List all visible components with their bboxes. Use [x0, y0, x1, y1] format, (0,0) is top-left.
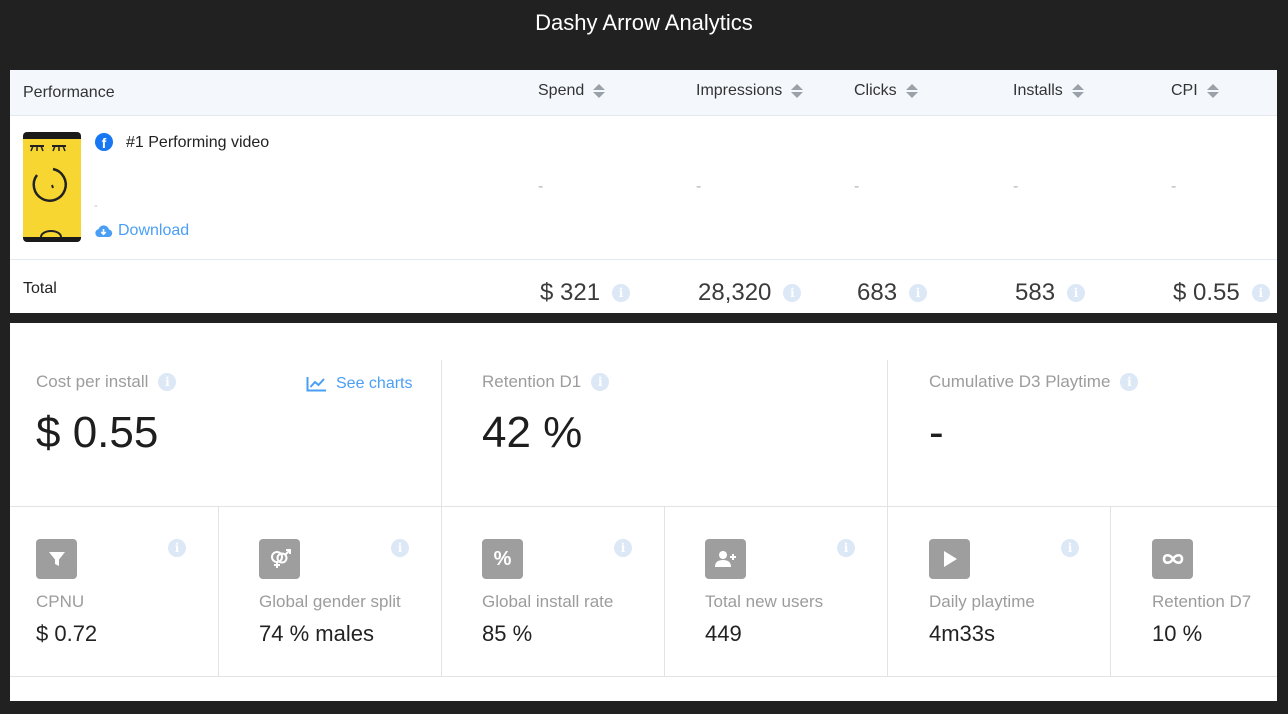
- info-icon[interactable]: i: [158, 373, 177, 391]
- stat-value: $ 0.55: [36, 408, 159, 457]
- see-charts-label: See charts: [336, 375, 413, 392]
- total-value: $ 321: [540, 279, 601, 306]
- info-icon[interactable]: i: [783, 284, 802, 302]
- clicks-cell: -: [854, 178, 860, 195]
- total-value: $ 0.55: [1173, 279, 1240, 306]
- column-header-label: Installs: [1013, 82, 1063, 99]
- download-button[interactable]: Download: [94, 222, 189, 240]
- sort-icon[interactable]: [1071, 83, 1084, 100]
- percent-icon: %: [482, 539, 523, 579]
- info-icon[interactable]: i: [1067, 284, 1086, 302]
- info-icon[interactable]: i: [1251, 284, 1270, 302]
- stat-value: 449: [705, 621, 742, 646]
- impressions-cell: -: [696, 178, 702, 195]
- stat-label: Global install rate: [482, 592, 614, 611]
- cpi-cell: -: [1171, 178, 1177, 195]
- gender-split-card: i Global gender split 74 % males: [219, 507, 442, 677]
- stat-label: Cost per install i: [36, 372, 177, 392]
- total-installs: 583 i: [1015, 279, 1086, 307]
- gender-icon: [259, 539, 300, 579]
- play-icon: [929, 539, 970, 579]
- new-users-card: i Total new users 449: [665, 507, 888, 677]
- total-spend: $ 321 i: [540, 279, 631, 307]
- cpnu-card: i CPNU $ 0.72: [10, 507, 219, 677]
- total-cpi: $ 0.55 i: [1173, 279, 1270, 307]
- retention-d7-card: Retention D7 10 %: [1111, 507, 1277, 677]
- see-charts-link[interactable]: See charts: [306, 375, 412, 393]
- column-header-label: CPI: [1171, 82, 1198, 99]
- daily-playtime-card: i Daily playtime 4m33s: [888, 507, 1111, 677]
- total-row: Total $ 321 i 28,320 i 683 i 583 i $ 0.5…: [10, 261, 1277, 313]
- total-label: Total: [23, 280, 57, 297]
- line-chart-icon: [306, 377, 326, 392]
- video-thumbnail[interactable]: [23, 132, 81, 242]
- app-title: Dashy Arrow Analytics: [535, 10, 753, 35]
- filter-icon: [36, 539, 77, 579]
- stat-label-text: Retention D1: [482, 372, 582, 391]
- column-header-label: Clicks: [854, 82, 897, 99]
- column-header-label: Performance: [23, 84, 115, 101]
- info-icon[interactable]: i: [1061, 539, 1079, 557]
- info-icon[interactable]: i: [391, 539, 409, 557]
- sort-icon[interactable]: [905, 83, 918, 100]
- stat-label: Total new users: [705, 592, 824, 611]
- video-subtitle: -: [94, 200, 98, 212]
- install-rate-card: % i Global install rate 85 %: [442, 507, 665, 677]
- stat-label: Daily playtime: [929, 592, 1035, 611]
- spend-cell: -: [538, 178, 544, 195]
- infinity-icon: [1152, 539, 1193, 579]
- total-value: 28,320: [698, 279, 772, 306]
- column-header-label: Spend: [538, 82, 585, 99]
- stat-label: Global gender split: [259, 592, 401, 611]
- stat-value: $ 0.72: [36, 621, 98, 646]
- installs-cell: -: [1013, 178, 1019, 195]
- total-clicks: 683 i: [857, 279, 928, 307]
- column-header-impressions[interactable]: Impressions: [696, 82, 804, 100]
- stat-label-text: Cost per install: [36, 372, 149, 391]
- stat-label: Retention D1 i: [482, 372, 610, 392]
- stat-value: 10 %: [1152, 621, 1203, 646]
- sleepy-face-icon: [30, 145, 67, 237]
- download-label: Download: [118, 222, 190, 239]
- sort-icon[interactable]: [593, 83, 606, 100]
- stat-value: -: [929, 408, 944, 457]
- info-icon[interactable]: i: [168, 539, 186, 557]
- stat-label: Retention D7: [1152, 592, 1252, 611]
- retention-d1-card: Retention D1 i 42 %: [442, 360, 888, 507]
- performance-table: Performance Spend Impressions Clicks Ins…: [10, 70, 1277, 313]
- info-icon[interactable]: i: [909, 284, 928, 302]
- info-icon[interactable]: i: [614, 539, 632, 557]
- total-value: 583: [1015, 279, 1056, 306]
- video-title: #1 Performing video: [126, 134, 270, 151]
- stat-value: 4m33s: [929, 621, 996, 646]
- total-impressions: 28,320 i: [698, 279, 802, 307]
- column-header-clicks[interactable]: Clicks: [854, 82, 918, 100]
- stat-value: 74 % males: [259, 621, 374, 646]
- stat-value: 42 %: [482, 408, 583, 457]
- cost-per-install-card: Cost per install i See charts $ 0.55: [10, 360, 442, 507]
- column-header-cpi[interactable]: CPI: [1171, 82, 1219, 100]
- info-icon[interactable]: i: [612, 284, 631, 302]
- info-icon[interactable]: i: [1120, 373, 1139, 391]
- column-header-spend[interactable]: Spend: [538, 82, 606, 100]
- column-header-label: Impressions: [696, 82, 783, 99]
- stat-label: Cumulative D3 Playtime i: [929, 372, 1139, 392]
- stat-value: 85 %: [482, 621, 533, 646]
- table-row: f #1 Performing video - Download - - - -…: [10, 116, 1277, 260]
- stats-panel: Cost per install i See charts $ 0.55 Ret…: [10, 323, 1277, 701]
- stat-label: CPNU: [36, 592, 85, 611]
- info-icon[interactable]: i: [591, 373, 610, 391]
- table-header: Performance Spend Impressions Clicks Ins…: [10, 70, 1277, 116]
- info-icon[interactable]: i: [837, 539, 855, 557]
- cloud-download-icon: [95, 225, 113, 237]
- sort-icon[interactable]: [791, 83, 804, 100]
- total-value: 683: [857, 279, 898, 306]
- cumulative-d3-playtime-card: Cumulative D3 Playtime i -: [888, 360, 1277, 507]
- column-header-performance: Performance: [23, 84, 115, 102]
- add-user-icon: [705, 539, 746, 579]
- facebook-icon: f: [95, 133, 113, 151]
- column-header-installs[interactable]: Installs: [1013, 82, 1084, 100]
- sort-icon[interactable]: [1206, 83, 1219, 100]
- stat-label-text: Cumulative D3 Playtime: [929, 372, 1111, 391]
